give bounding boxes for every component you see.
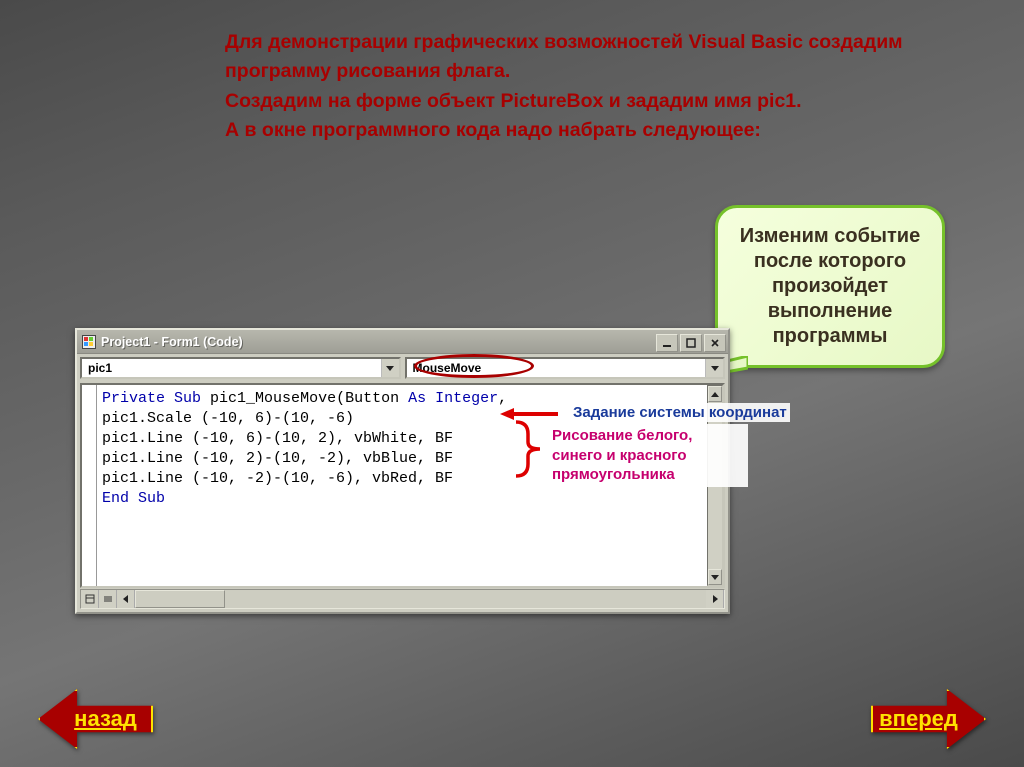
event-combo[interactable]: MouseMove — [405, 357, 726, 379]
nav-back-label: назад — [74, 706, 137, 732]
intro-line2: Создадим на форме объект PictureBox и за… — [225, 90, 802, 112]
kw-as: As — [408, 390, 426, 407]
nav-forward-button[interactable]: вперед — [871, 689, 986, 749]
scroll-thumb[interactable] — [135, 590, 225, 608]
maximize-button[interactable] — [680, 334, 702, 352]
kw-private: Private — [102, 390, 165, 407]
scroll-up-icon[interactable] — [708, 386, 722, 402]
callout-text: Изменим событие после которого произойде… — [740, 225, 920, 347]
horizontal-scrollbar[interactable] — [80, 589, 725, 609]
object-combo[interactable]: pic1 — [80, 357, 401, 379]
chevron-down-icon — [705, 359, 723, 377]
view-proc-icon[interactable] — [99, 590, 117, 608]
close-button[interactable] — [704, 334, 726, 352]
annotation-rects: Рисование белого, синего и красного прям… — [548, 424, 748, 487]
code-l1-rest: pic1_MouseMove(Button — [201, 390, 408, 407]
view-full-icon[interactable] — [81, 590, 99, 608]
event-combo-text: MouseMove — [407, 361, 706, 375]
titlebar: Project1 - Form1 (Code) — [77, 330, 728, 354]
object-combo-text: pic1 — [82, 361, 381, 375]
scroll-right-icon[interactable] — [706, 590, 724, 608]
kw-integer: Integer — [435, 390, 498, 407]
callout-bubble: Изменим событие после которого произойде… — [715, 205, 945, 368]
nav-back-button[interactable]: назад — [38, 689, 153, 749]
intro-line1: Для демонстрации графических возможносте… — [225, 31, 903, 82]
scroll-track[interactable] — [135, 590, 706, 608]
red-arrow-icon — [500, 407, 560, 421]
chevron-down-icon — [381, 359, 399, 377]
minimize-button[interactable] — [656, 334, 678, 352]
window-title: Project1 - Form1 (Code) — [101, 335, 243, 349]
annotation-coords: Задание системы координат — [570, 403, 790, 422]
scroll-left-icon[interactable] — [117, 590, 135, 608]
kw-endsub: End Sub — [102, 490, 165, 507]
kw-sub: Sub — [174, 390, 201, 407]
brace-icon — [514, 420, 542, 478]
scroll-down-icon[interactable] — [708, 569, 722, 585]
intro-line3: А в окне программного кода надо набрать … — [225, 119, 761, 141]
nav-forward-label: вперед — [879, 706, 958, 732]
intro-text: Для демонстрации графических возможносте… — [225, 28, 925, 145]
vb-form-icon — [81, 334, 97, 350]
